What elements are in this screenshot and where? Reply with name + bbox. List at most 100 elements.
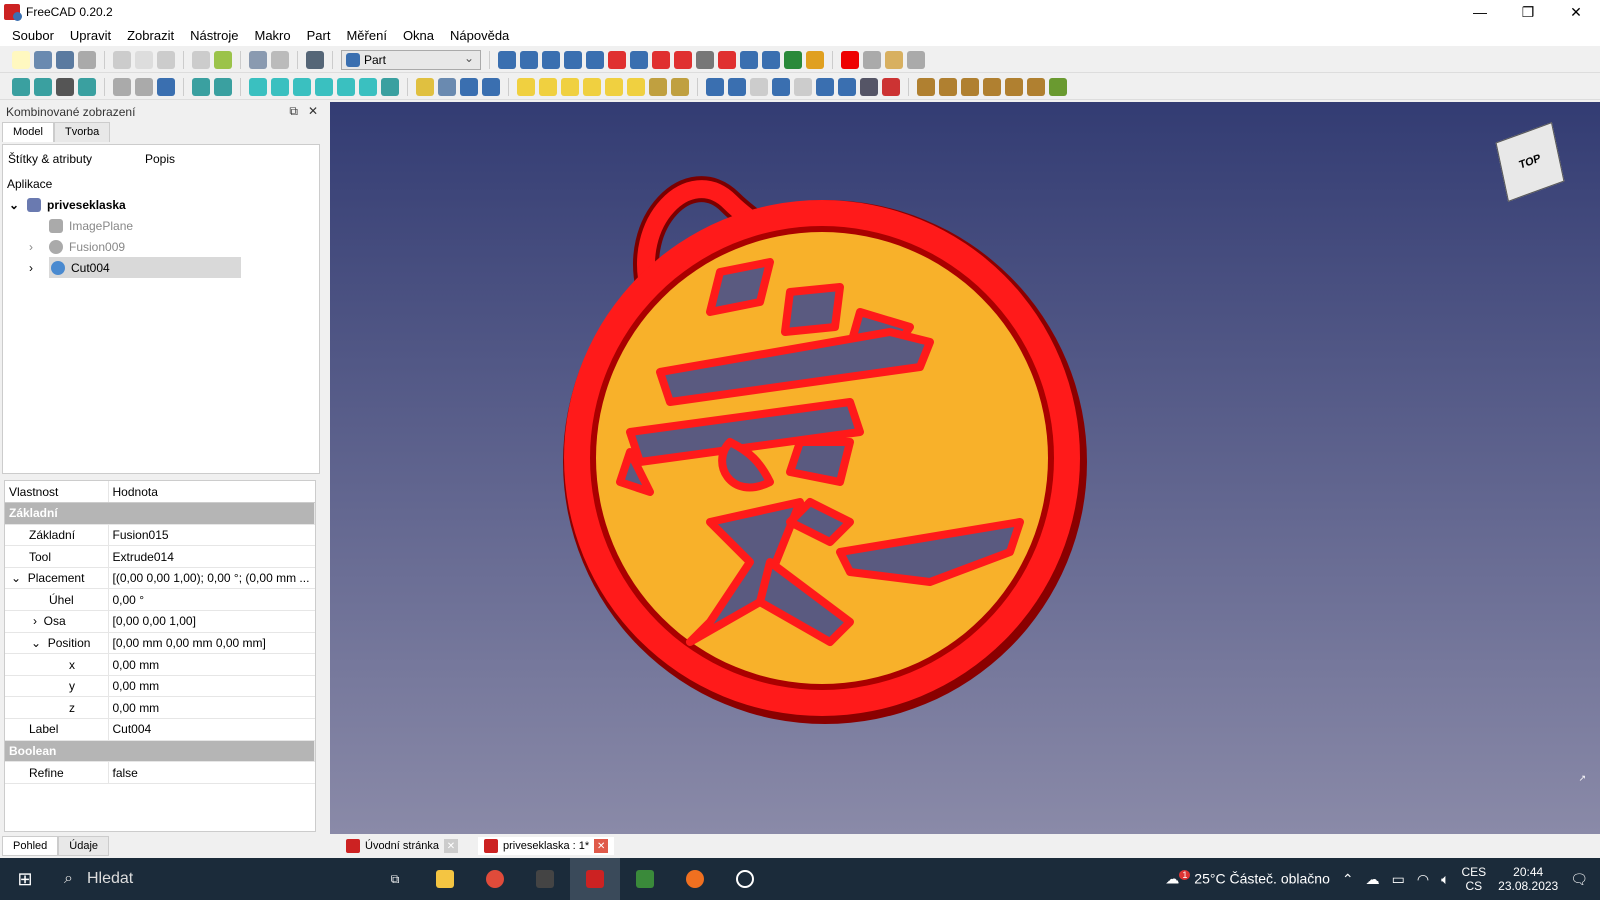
3d-viewport[interactable]: TOP ↗ — [330, 102, 1600, 834]
restore-button[interactable]: ❐ — [1504, 0, 1552, 24]
front-icon[interactable] — [249, 77, 267, 96]
sphere-icon[interactable] — [561, 77, 579, 96]
split-icon[interactable] — [816, 77, 834, 96]
minimize-button[interactable]: — — [1456, 0, 1504, 24]
link-sub-icon[interactable] — [482, 77, 500, 96]
shape-builder-icon[interactable] — [671, 77, 689, 96]
prop-value[interactable]: [(0,00 0,00 1,00); 0,00 °; (0,00 mm ... — [108, 567, 315, 590]
top-icon[interactable] — [271, 77, 289, 96]
paste-icon[interactable] — [157, 50, 175, 69]
stop-macro-icon[interactable] — [863, 50, 881, 69]
measure-refresh-icon[interactable] — [961, 77, 979, 96]
menu-zobrazit[interactable]: Zobrazit — [119, 28, 182, 43]
volume-icon[interactable]: 🔈︎ — [1441, 871, 1449, 888]
tube-icon[interactable] — [627, 77, 645, 96]
prop-value[interactable]: 0,00 mm — [108, 675, 315, 698]
isometric-icon[interactable] — [214, 77, 232, 96]
whats-this-icon[interactable] — [306, 50, 324, 69]
fit-selection-icon[interactable] — [34, 77, 52, 96]
task-view-button[interactable]: ⧉ — [370, 858, 420, 900]
sync-view-icon[interactable] — [78, 77, 96, 96]
cone-icon[interactable] — [583, 77, 601, 96]
measure-icon[interactable] — [381, 77, 399, 96]
tab-model[interactable]: Model — [2, 122, 54, 142]
offset-icon[interactable] — [740, 50, 758, 69]
fit-all-icon[interactable] — [12, 77, 30, 96]
chrome-app[interactable] — [470, 858, 520, 900]
tree-item-imageplane[interactable]: ImagePlane — [3, 215, 319, 236]
measure-clear-icon[interactable] — [983, 77, 1001, 96]
undo-icon[interactable] — [192, 50, 210, 69]
attach-icon[interactable] — [806, 50, 824, 69]
print-icon[interactable] — [78, 50, 96, 69]
prop-value[interactable]: false — [108, 761, 315, 784]
prop-value[interactable]: Fusion015 — [108, 524, 315, 547]
group-icon[interactable] — [438, 77, 456, 96]
toggle-all-icon[interactable] — [1005, 77, 1023, 96]
prop-name-axis[interactable]: › Osa — [5, 610, 109, 633]
rear-icon[interactable] — [315, 77, 333, 96]
prop-name-placement[interactable]: ⌄ Placement — [5, 567, 109, 590]
record-macro-icon[interactable] — [841, 50, 859, 69]
copy-icon[interactable] — [135, 50, 153, 69]
prop-value[interactable]: 0,00 mm — [108, 696, 315, 720]
bookmark-icon[interactable] — [157, 77, 175, 96]
projection-icon[interactable] — [784, 50, 802, 69]
prop-value[interactable]: Cut004 — [108, 718, 315, 741]
taskbar-search[interactable]: ⌕ Hledat — [50, 858, 260, 900]
tray-chevron-icon[interactable]: ⌃ — [1342, 871, 1354, 888]
workbench-selector[interactable]: Part — [341, 49, 481, 70]
tree-header-description[interactable]: Popis — [140, 152, 175, 166]
app-icon[interactable] — [520, 858, 570, 900]
doc-tab-priveseklaska[interactable]: priveseklaska : 1* ✕ — [477, 837, 615, 855]
menu-part[interactable]: Part — [299, 28, 339, 43]
check-geometry-icon[interactable] — [860, 77, 878, 96]
menu-makro[interactable]: Makro — [247, 28, 299, 43]
loft-icon[interactable] — [652, 50, 670, 69]
language-indicator[interactable]: CES CS — [1461, 865, 1486, 893]
app-icon[interactable] — [620, 858, 670, 900]
toggle-3d-icon[interactable] — [1027, 77, 1045, 96]
part-icon[interactable] — [416, 77, 434, 96]
cut-icon[interactable] — [750, 77, 768, 96]
ruled-icon[interactable] — [630, 50, 648, 69]
close-tab-icon[interactable]: ✕ — [443, 839, 458, 853]
common-icon[interactable] — [794, 77, 812, 96]
float-panel-icon[interactable]: ⧉ — [289, 104, 298, 119]
menu-napoveda[interactable]: Nápověda — [442, 28, 517, 43]
close-tab-icon[interactable]: ✕ — [594, 839, 609, 853]
tree-item-fusion009[interactable]: › Fusion009 — [3, 236, 319, 257]
menu-upravit[interactable]: Upravit — [62, 28, 119, 43]
left-icon[interactable] — [359, 77, 377, 96]
prop-value[interactable]: [0,00 0,00 1,00] — [108, 610, 315, 633]
cross-section-icon[interactable] — [718, 50, 736, 69]
close-panel-icon[interactable]: ✕ — [308, 104, 318, 119]
fillet-icon[interactable] — [564, 50, 582, 69]
torus-icon[interactable] — [605, 77, 623, 96]
prop-value[interactable]: 0,00 ° — [108, 588, 315, 612]
media-app[interactable] — [720, 858, 770, 900]
prop-value[interactable]: Extrude014 — [108, 545, 315, 568]
save-icon[interactable] — [56, 50, 74, 69]
toggle-delta-icon[interactable] — [1049, 77, 1067, 96]
mirror-icon[interactable] — [542, 50, 560, 69]
tab-data[interactable]: Údaje — [58, 836, 110, 856]
close-button[interactable]: ✕ — [1552, 0, 1600, 24]
cylinder-icon[interactable] — [539, 77, 557, 96]
macro-icon[interactable] — [249, 50, 267, 69]
menu-soubor[interactable]: Soubor — [4, 28, 62, 43]
explorer-app[interactable] — [420, 858, 470, 900]
app-icon[interactable] — [670, 858, 720, 900]
defeaturing-icon[interactable] — [882, 77, 900, 96]
onedrive-icon[interactable]: ☁ — [1366, 871, 1380, 888]
section-icon[interactable] — [696, 50, 714, 69]
tab-tvorba[interactable]: Tvorba — [53, 122, 111, 142]
primitives-icon[interactable] — [649, 77, 667, 96]
new-icon[interactable] — [12, 50, 30, 69]
clock[interactable]: 20:44 23.08.2023 — [1498, 865, 1558, 893]
thickness-icon[interactable] — [762, 50, 780, 69]
prop-name-position[interactable]: ⌄ Position — [5, 632, 109, 655]
edit-macro-icon[interactable] — [885, 50, 903, 69]
weather-widget[interactable]: ☁ 1 25°C Částeč. oblačno — [1165, 870, 1330, 888]
refresh-icon[interactable] — [271, 50, 289, 69]
